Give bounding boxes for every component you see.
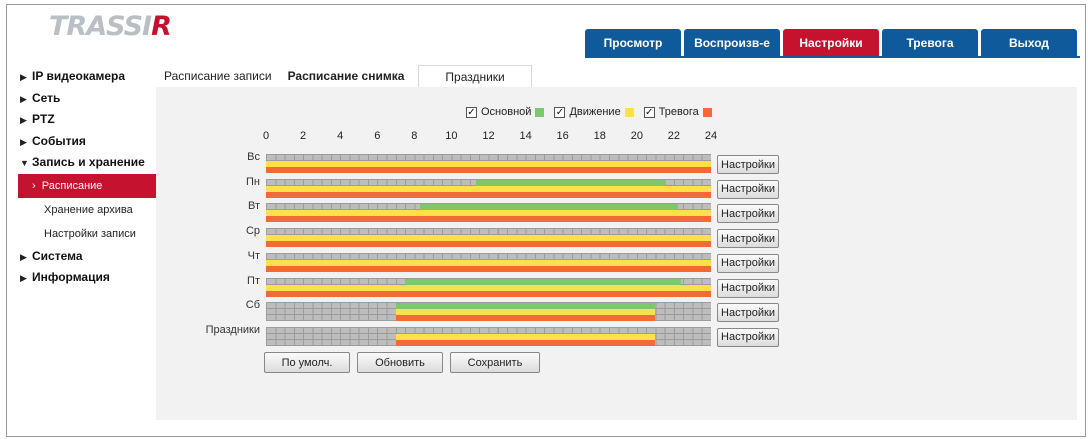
- sidebar-item-ip-camera[interactable]: ▶ IP видеокамера: [20, 66, 158, 88]
- sidebar-item-label: IP видеокамера: [32, 69, 126, 83]
- hour-tick: 6: [374, 130, 381, 142]
- alarm-band: [266, 191, 711, 198]
- day-settings-button[interactable]: Настройки: [717, 327, 779, 347]
- regular-checkbox[interactable]: ✓: [466, 106, 477, 118]
- legend-label: Основной: [481, 106, 532, 118]
- legend-label: Движение: [569, 106, 621, 118]
- alarm-band: [395, 315, 656, 322]
- tab-snapshot-schedule[interactable]: Расписание снимка: [280, 65, 413, 87]
- legend-alarm: ✓ Тревога: [643, 106, 712, 118]
- nav-playback-button[interactable]: Воспроизв-е: [684, 29, 780, 57]
- day-label: Вс: [247, 151, 260, 163]
- motion-checkbox[interactable]: ✓: [554, 106, 566, 118]
- tab-bar: Расписание записи Расписание снимка Праз…: [156, 65, 532, 87]
- save-button[interactable]: Сохранить: [450, 352, 540, 373]
- day-label: Праздники: [205, 323, 260, 336]
- trassir-logo: TRASSIR: [49, 11, 172, 42]
- alarm-band: [395, 339, 656, 346]
- nav-alarm-button[interactable]: Тревога: [882, 29, 978, 57]
- hour-tick: 4: [337, 130, 344, 142]
- legend-regular: ✓ Основной: [466, 106, 545, 118]
- triangle-down-icon: ▼: [20, 158, 29, 168]
- legend-label: Тревога: [658, 106, 699, 118]
- alarm-band: [266, 290, 711, 297]
- triangle-right-icon: ▶: [20, 273, 27, 283]
- hour-tick: 10: [445, 130, 458, 142]
- day-settings-button[interactable]: Настройки: [717, 155, 779, 174]
- sidebar-item-information[interactable]: ▶ Информация: [20, 267, 158, 289]
- alarm-band: [266, 216, 711, 223]
- tab-record-schedule[interactable]: Расписание записи: [156, 65, 280, 87]
- day-settings-button[interactable]: Настройки: [717, 204, 779, 224]
- hour-tick: 24: [704, 130, 718, 142]
- hour-tick: 12: [482, 130, 495, 142]
- nav-exit-button[interactable]: Выход: [981, 29, 1077, 57]
- sidebar-item-label: Информация: [32, 270, 110, 284]
- alarm-band: [266, 167, 711, 173]
- hour-tick: 16: [556, 130, 569, 142]
- sidebar-subitem-record-settings[interactable]: Настройки записи: [20, 222, 158, 246]
- alarm-band: [266, 241, 711, 248]
- hour-tick: 14: [519, 130, 532, 142]
- nav-settings-button[interactable]: Настройки: [783, 29, 879, 57]
- triangle-right-icon: ▶: [20, 251, 27, 262]
- sidebar-item-network[interactable]: ▶ Сеть: [20, 88, 158, 110]
- triangle-right-icon: ▶: [20, 115, 27, 125]
- schedule-grid: 0 2 4 6 8 10 12 14 16 18 20 22 24 Вс Настройки Пн Настро…: [190, 125, 790, 355]
- legend-motion: ✓ Движение: [554, 106, 634, 118]
- sidebar-item-label: Запись и хранение: [32, 155, 145, 169]
- alarm-band: [266, 265, 711, 272]
- top-navigation: Просмотр Воспроизв-е Настройки Тревога В…: [585, 29, 1077, 57]
- motion-swatch: [624, 107, 634, 117]
- default-button[interactable]: По умолч.: [264, 352, 350, 373]
- day-label: Ср: [245, 225, 260, 238]
- hour-tick: 2: [300, 130, 307, 142]
- sidebar-item-label: Система: [32, 248, 83, 263]
- sidebar-item-recording-storage[interactable]: ▼ Запись и хранение: [20, 152, 158, 174]
- sidebar-subitem-schedule[interactable]: › Расписание: [18, 173, 158, 198]
- sidebar-item-label: Сеть: [32, 90, 61, 105]
- alarm-checkbox[interactable]: ✓: [643, 106, 655, 118]
- day-settings-button[interactable]: Настройки: [717, 179, 779, 199]
- triangle-right-icon: ▶: [20, 93, 27, 104]
- regular-swatch: [535, 107, 545, 117]
- sidebar-subitem-label: Расписание: [41, 179, 103, 192]
- triangle-right-icon: ▶: [20, 136, 27, 147]
- triangle-right-icon: ▶: [20, 72, 27, 82]
- sidebar-item-label: PTZ: [32, 112, 55, 126]
- chevron-right-icon: ›: [32, 179, 42, 192]
- sidebar-item-events[interactable]: ▶ События: [20, 131, 158, 153]
- day-label: Чт: [247, 249, 260, 262]
- hour-tick: 18: [593, 130, 606, 142]
- sidebar-item-system[interactable]: ▶ Система: [20, 246, 158, 268]
- sidebar-item-ptz[interactable]: ▶ PTZ: [20, 109, 158, 131]
- refresh-button[interactable]: Обновить: [357, 352, 443, 373]
- legend: ✓ Основной ✓ Движение ✓ Тревога: [466, 106, 712, 118]
- day-label: Вт: [247, 200, 260, 213]
- hour-tick: 8: [411, 130, 418, 142]
- alarm-swatch: [702, 107, 712, 117]
- sidebar: ▶ IP видеокамера ▶ Сеть ▶ PTZ ▶ События ▼ Зап…: [18, 66, 158, 289]
- day-settings-button[interactable]: Настройки: [717, 229, 779, 249]
- day-settings-button[interactable]: Настройки: [717, 278, 779, 298]
- nav-underline: [585, 56, 1080, 58]
- nav-view-button[interactable]: Просмотр: [585, 29, 681, 57]
- day-label: Сб: [245, 299, 260, 312]
- sidebar-item-label: События: [32, 133, 86, 148]
- tab-holidays[interactable]: Праздники: [418, 65, 532, 87]
- day-label: Пт: [247, 274, 260, 287]
- hour-tick: 0: [262, 130, 270, 142]
- hour-tick: 22: [667, 130, 681, 142]
- day-settings-button[interactable]: Настройки: [717, 253, 779, 273]
- day-label: Пн: [246, 175, 260, 188]
- sidebar-subitem-archive-storage[interactable]: Хранение архива: [20, 198, 158, 222]
- day-settings-button[interactable]: Настройки: [717, 303, 779, 323]
- hour-tick: 20: [630, 130, 643, 142]
